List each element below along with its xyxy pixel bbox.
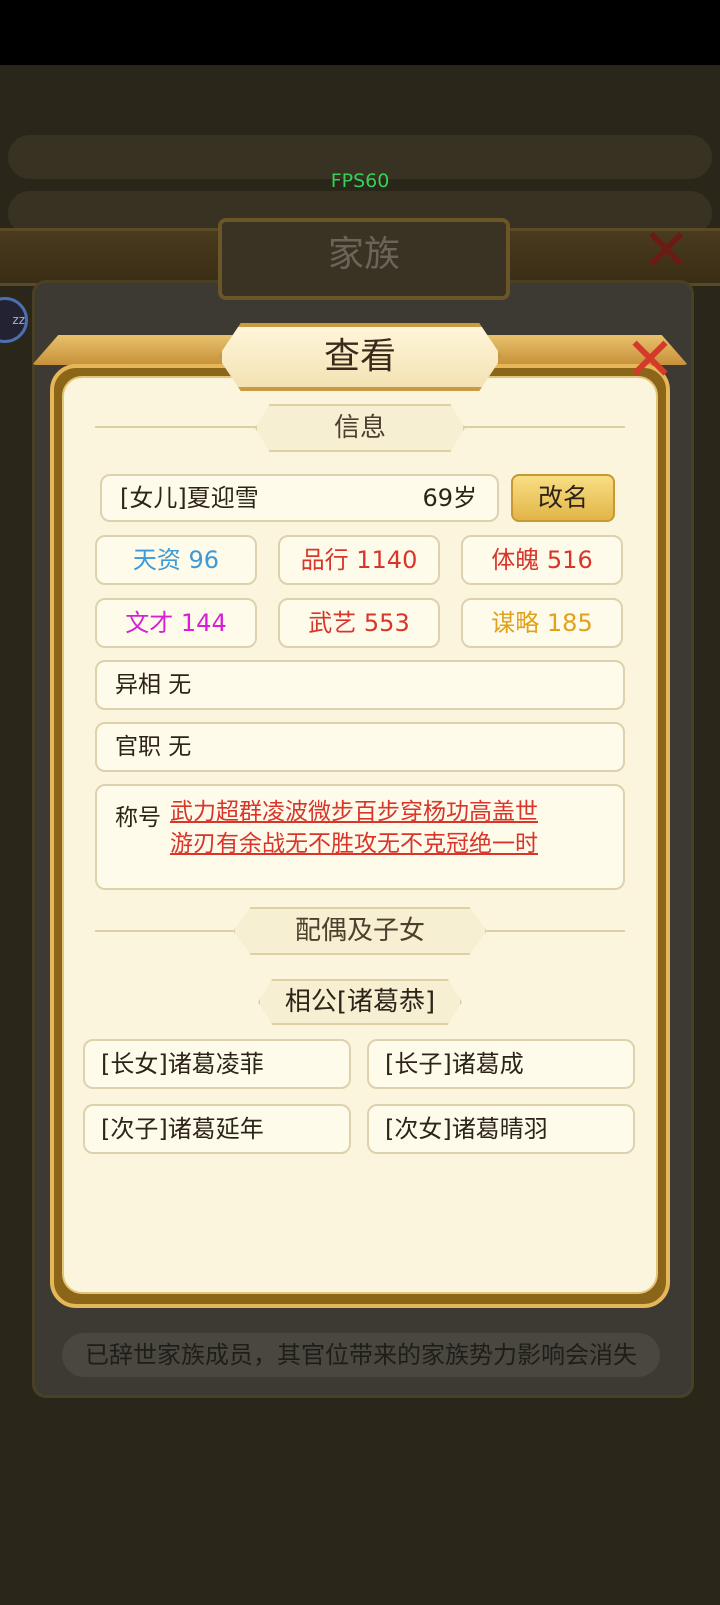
fps-counter: FPS60 — [330, 170, 390, 192]
close-icon[interactable]: ✕ — [618, 326, 682, 394]
title-line: 游刃有余战无不胜攻无不克冠绝一时 — [170, 831, 538, 857]
child-item[interactable]: [次女]诸葛晴羽 — [367, 1104, 635, 1154]
rename-button[interactable]: 改名 — [511, 474, 615, 522]
stat-talent: 天资 96 — [95, 535, 257, 585]
family-section-header: 配偶及子女 — [233, 907, 487, 955]
info-section-header: 信息 — [255, 404, 465, 452]
stat-physique: 体魄 516 — [461, 535, 623, 585]
stat-martial: 武艺 553 — [278, 598, 440, 648]
spouse-button[interactable]: 相公[诸葛恭] — [258, 979, 462, 1025]
person-name: [女儿]夏迎雪 — [120, 484, 259, 512]
stat-conduct: 品行 1140 — [278, 535, 440, 585]
child-item[interactable]: [次子]诸葛延年 — [83, 1104, 351, 1154]
family-panel-title: 家族 — [218, 218, 510, 300]
title-line: 武力超群凌波微步百步穿杨功高盖世 — [170, 799, 538, 825]
person-name-field: [女儿]夏迎雪 69岁 — [100, 474, 499, 522]
dialog-title: 查看 — [218, 323, 502, 391]
stat-strategy: 谋略 185 — [461, 598, 623, 648]
stat-literary: 文才 144 — [95, 598, 257, 648]
feature-row: 异相 无 — [95, 660, 625, 710]
family-close-icon[interactable]: ✕ — [642, 220, 698, 280]
child-item[interactable]: [长女]诸葛凌菲 — [83, 1039, 351, 1089]
title-text: 武力超群凌波微步百步穿杨功高盖世 游刃有余战无不胜攻无不克冠绝一时 — [170, 796, 590, 860]
title-row: 称号 武力超群凌波微步百步穿杨功高盖世 游刃有余战无不胜攻无不克冠绝一时 — [95, 784, 625, 890]
person-age: 69岁 — [422, 484, 477, 512]
child-item[interactable]: [长子]诸葛成 — [367, 1039, 635, 1089]
family-footer-note: 已辞世家族成员，其官位带来的家族势力影响会消失 — [62, 1333, 660, 1377]
office-row: 官职 无 — [95, 722, 625, 772]
title-label: 称号 — [115, 805, 161, 831]
bottom-nav — [0, 1440, 720, 1605]
